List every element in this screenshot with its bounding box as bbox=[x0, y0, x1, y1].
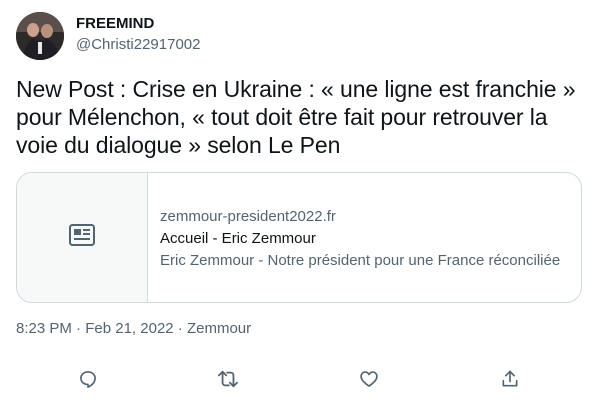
meta-separator: · bbox=[173, 320, 187, 337]
card-thumbnail bbox=[17, 173, 148, 302]
card-title: Accueil - Eric Zemmour bbox=[160, 230, 316, 247]
share-button[interactable] bbox=[495, 366, 525, 396]
card-domain: zemmour-president2022.fr bbox=[160, 208, 336, 225]
tweet-source[interactable]: Zemmour bbox=[187, 319, 251, 339]
card-body: zemmour-president2022.fr Accueil - Eric … bbox=[148, 173, 560, 302]
retweet-icon bbox=[217, 369, 239, 394]
reply-button[interactable] bbox=[73, 366, 103, 396]
news-article-icon bbox=[69, 224, 95, 251]
retweet-button[interactable] bbox=[213, 366, 243, 396]
author-display-name[interactable]: FREEMIND bbox=[76, 14, 154, 34]
tweet-time[interactable]: 8:23 PM bbox=[16, 319, 72, 339]
reply-icon bbox=[78, 369, 98, 394]
like-button[interactable] bbox=[354, 366, 384, 396]
avatar[interactable] bbox=[16, 12, 64, 60]
tweet-actions bbox=[0, 366, 598, 396]
meta-separator: · bbox=[71, 320, 86, 337]
author-handle[interactable]: @Christi22917002 bbox=[76, 35, 200, 55]
tweet-metadata: 8:23 PM · Feb 21, 2022 · Zemmour bbox=[16, 319, 251, 339]
link-preview-card[interactable]: zemmour-president2022.fr Accueil - Eric … bbox=[16, 172, 582, 303]
card-description: Eric Zemmour - Notre président pour une … bbox=[160, 252, 561, 269]
tweet: FREEMIND @Christi22917002 New Post : Cri… bbox=[0, 0, 598, 403]
share-icon bbox=[500, 369, 520, 394]
like-icon bbox=[359, 369, 379, 394]
tweet-date[interactable]: Feb 21, 2022 bbox=[85, 319, 173, 339]
tweet-text: New Post : Crise en Ukraine : « une lign… bbox=[16, 76, 576, 158]
